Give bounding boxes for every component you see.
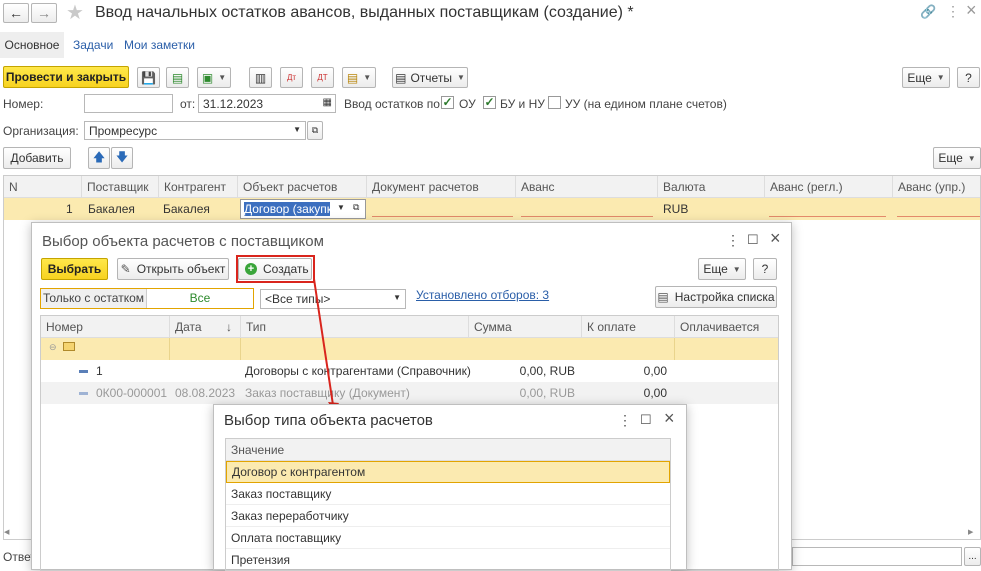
dialog2-header[interactable]: Значение — [226, 439, 670, 461]
dialog2-maximize-icon[interactable]: ☐ — [640, 412, 652, 428]
list-item[interactable]: Заказ переработчику — [226, 505, 670, 527]
select-type-dialog: Выбор типа объекта расчетов ⋮ ☐ × Значен… — [213, 404, 687, 571]
dialog2-title: Выбор типа объекта расчетов — [224, 412, 433, 429]
list-item[interactable]: Претензия — [226, 549, 670, 570]
dialog2-more-icon[interactable]: ⋮ — [618, 412, 632, 429]
list-item[interactable]: Оплата поставщику — [226, 527, 670, 549]
dialog2-list: Значение Договор с контрагентом Заказ по… — [225, 438, 671, 571]
list-item[interactable]: Заказ поставщику — [226, 483, 670, 505]
dialog2-close-icon[interactable]: × — [664, 408, 675, 429]
list-item[interactable]: Договор с контрагентом — [226, 461, 670, 483]
